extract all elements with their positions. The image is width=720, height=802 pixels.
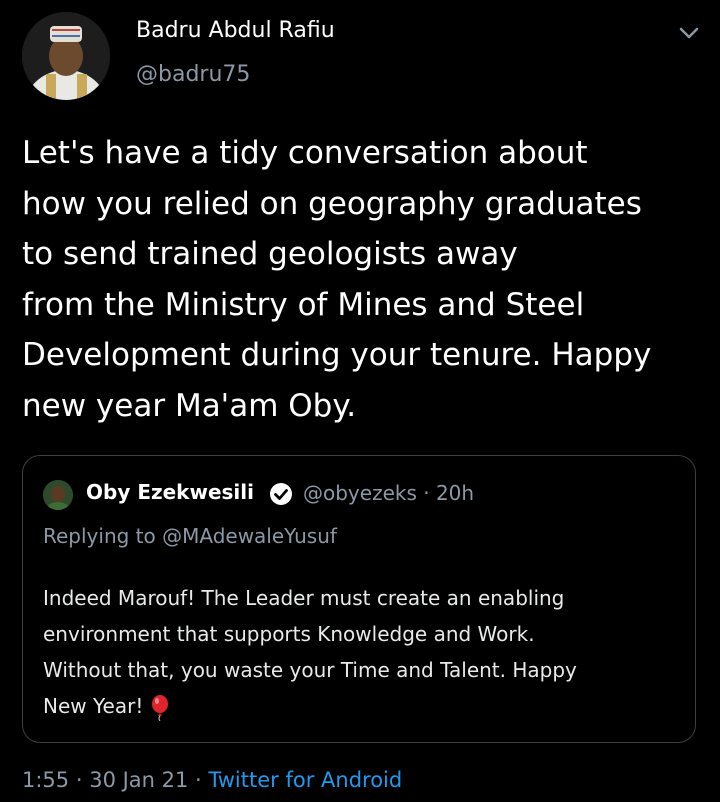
- tweet-text-line: new year Ma'am Oby.: [22, 387, 357, 424]
- tweet-date: 30 Jan 21: [89, 768, 189, 792]
- tweet-text-line: Development during your tenure. Happy: [22, 337, 652, 373]
- tweet-text: Let's have a tidy conversation about how…: [22, 128, 712, 431]
- quoted-tweet[interactable]: Oby Ezekwesili @obyezeks · 20h Replying …: [22, 455, 696, 743]
- author-handle[interactable]: @badru75: [136, 62, 250, 87]
- tweet-text-line: to send trained geologists away: [22, 236, 518, 272]
- author-avatar[interactable]: [22, 12, 110, 100]
- quoted-text-line: New Year!: [43, 694, 144, 718]
- tweet-source-link[interactable]: Twitter for Android: [208, 768, 402, 792]
- author-display-name[interactable]: Badru Abdul Rafiu: [136, 18, 335, 43]
- meta-separator: ·: [69, 768, 90, 792]
- tweet-text-line: how you relied on geography graduates: [22, 185, 642, 222]
- tweet-text-line: from the Ministry of Mines and Steel: [22, 286, 585, 323]
- replying-to: Replying to @MAdewaleYusuf: [43, 524, 337, 548]
- quoted-text-line: environment that supports Knowledge and …: [43, 622, 535, 646]
- quoted-text-line: Indeed Marouf! The Leader must create an…: [43, 586, 565, 610]
- tweet-header: Badru Abdul Rafiu @badru75: [0, 0, 720, 110]
- quoted-author-name: Oby Ezekwesili: [86, 480, 254, 504]
- quoted-tweet-text: Indeed Marouf! The Leader must create an…: [43, 580, 683, 724]
- tweet-text-line: Let's have a tidy conversation about: [22, 135, 588, 171]
- quoted-text-line: Without that, you waste your Time and Ta…: [43, 658, 577, 682]
- tweet-meta: 1:55 · 30 Jan 21 · Twitter for Android: [22, 768, 402, 792]
- chevron-down-icon[interactable]: [675, 22, 703, 44]
- quoted-author-avatar: [43, 480, 73, 510]
- verified-badge-icon: [268, 481, 294, 507]
- tweet-time: 1:55: [22, 768, 70, 792]
- quoted-text-line-last: New Year!: [43, 688, 683, 724]
- red-balloon-icon: [149, 694, 171, 721]
- quoted-handle-time: @obyezeks · 20h: [303, 481, 475, 505]
- meta-separator: ·: [188, 768, 209, 792]
